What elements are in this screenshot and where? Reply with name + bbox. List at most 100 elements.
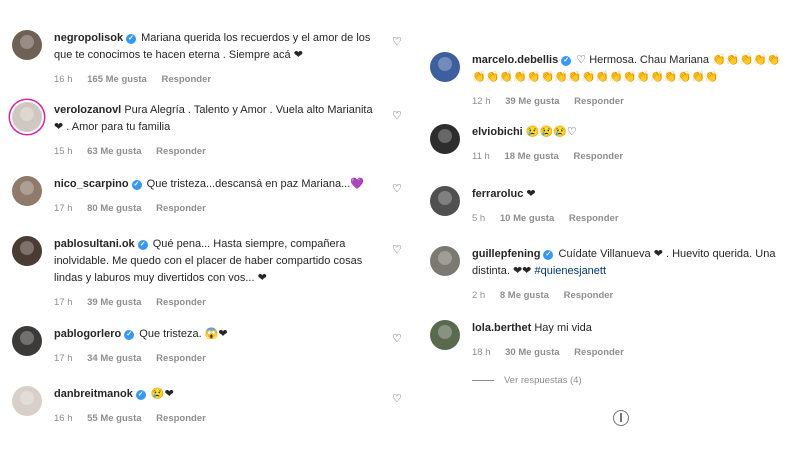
reply-button[interactable]: Responder [569,213,619,224]
comment-time: 17 h [54,297,73,308]
replies-divider [472,380,494,381]
verified-badge-icon: ✓ [543,250,554,260]
like-count[interactable]: 8 Me gusta [500,290,549,301]
comment-meta: 5 h 10 Me gusta Responder [472,210,792,227]
like-heart-icon[interactable]: ♡ [392,245,402,256]
like-count[interactable]: 55 Me gusta [87,413,141,424]
comment-text: 😢😢😢♡ [525,126,577,138]
hashtag-link[interactable]: #quienesjanett [534,265,606,277]
comment-username[interactable]: lola.berthet [472,322,531,334]
comment-username[interactable]: guillepfening [472,248,540,260]
comment-meta: 11 h 18 Me gusta Responder [472,148,792,165]
comment-time: 18 h [472,347,491,358]
reply-button[interactable]: Responder [156,146,206,157]
comment-item: guillepfening ✓ Cuídate Villanueva ❤ . Hu… [430,246,792,304]
comment-username[interactable]: negropolisok [54,32,123,44]
avatar[interactable] [12,176,42,206]
verified-badge-icon: ✓ [124,330,135,340]
reply-button[interactable]: Responder [573,151,623,162]
comment-time: 15 h [54,146,73,157]
like-count[interactable]: 39 Me gusta [87,297,141,308]
reply-button[interactable]: Responder [564,290,614,301]
comment-item: ferraroluc ❤ 5 h 10 Me gusta Responder [430,186,792,227]
comment-meta: 12 h 39 Me gusta Responder [472,93,792,110]
comment-meta: 17 h 39 Me gusta Responder [54,294,384,311]
reply-button[interactable]: Responder [156,353,206,364]
avatar[interactable] [430,320,460,350]
verified-badge-icon: ✓ [561,56,572,66]
like-heart-icon[interactable]: ♡ [392,334,402,345]
reply-button[interactable]: Responder [161,74,211,85]
comment-meta: 17 h 34 Me gusta Responder [54,350,384,367]
verified-badge-icon: ✓ [137,240,148,250]
comment-username[interactable]: pablogorlero [54,328,121,340]
comment-username[interactable]: verolozanovl [54,104,121,116]
comment-time: 11 h [472,151,490,162]
comment-username[interactable]: elviobichi [472,126,523,138]
comment-item: elviobichi 😢😢😢♡ 11 h 18 Me gusta Respond… [430,124,792,165]
like-heart-icon[interactable]: ♡ [392,37,402,48]
verified-badge-icon: ✓ [131,180,142,190]
avatar[interactable] [12,326,42,356]
like-count[interactable]: 80 Me gusta [87,203,141,214]
avatar[interactable] [430,186,460,216]
comment-meta: 16 h 55 Me gusta Responder [54,410,384,427]
like-count[interactable]: 165 Me gusta [87,74,147,85]
comment-time: 17 h [54,353,73,364]
comment-username[interactable]: marcelo.debellis [472,54,558,66]
reply-button[interactable]: Responder [156,413,206,424]
comment-item: pablosultani.ok ✓ Qué pena... Hasta siemp… [12,236,384,311]
comment-item: negropolisok ✓ Mariana querida los recuer… [12,30,384,88]
comment-time: 5 h [472,213,486,224]
reply-button[interactable]: Responder [574,96,624,107]
reply-button[interactable]: Responder [156,297,206,308]
avatar[interactable] [12,386,42,416]
comment-time: 17 h [54,203,73,214]
like-heart-icon[interactable]: ♡ [392,394,402,405]
load-more-icon[interactable] [613,410,629,426]
comment-item: marcelo.debellis ✓ ♡ Hermosa. Chau Marian… [430,52,792,110]
comment-username[interactable]: pablosultani.ok [54,238,135,250]
like-heart-icon[interactable]: ♡ [392,184,402,195]
comment-text: Hay mi vida [534,322,592,334]
avatar[interactable] [12,236,42,266]
verified-badge-icon: ✓ [126,34,137,44]
comment-username[interactable]: danbreitmanok [54,388,133,400]
like-count[interactable]: 34 Me gusta [87,353,141,364]
comment-meta: 16 h 165 Me gusta Responder [54,71,384,88]
verified-badge-icon: ✓ [135,390,146,400]
comment-meta: 15 h 63 Me gusta Responder [54,143,384,160]
comment-text: ❤ [526,188,536,200]
comment-time: 2 h [472,290,486,301]
like-count[interactable]: 10 Me gusta [500,213,554,224]
avatar[interactable] [430,52,460,82]
view-replies-button[interactable]: Ver respuestas (4) [472,375,582,386]
like-count[interactable]: 63 Me gusta [87,146,141,157]
comment-item: danbreitmanok ✓ 😢❤ 16 h 55 Me gusta Respo… [12,386,384,427]
comment-text: Que tristeza...descansá en paz Mariana..… [146,178,364,190]
comment-time: 16 h [54,74,73,85]
comment-username[interactable]: nico_scarpino [54,178,129,190]
comment-time: 16 h [54,413,73,424]
comment-item: nico_scarpino ✓ Que tristeza...descansá e… [12,176,384,217]
avatar[interactable] [430,124,460,154]
comment-text: Que tristeza. 😱❤ [139,328,228,340]
comment-time: 12 h [472,96,491,107]
avatar[interactable] [430,246,460,276]
like-count[interactable]: 18 Me gusta [504,151,558,162]
reply-button[interactable]: Responder [574,347,624,358]
avatar[interactable] [12,30,42,60]
view-replies-label[interactable]: Ver respuestas (4) [504,375,582,386]
comment-meta: 17 h 80 Me gusta Responder [54,200,384,217]
like-heart-icon[interactable]: ♡ [392,111,402,122]
comment-item: lola.berthet Hay mi vida 18 h 30 Me gust… [430,320,792,361]
comment-username[interactable]: ferraroluc [472,188,523,200]
comment-text: 😢❤ [150,388,174,400]
comment-meta: 18 h 30 Me gusta Responder [472,344,792,361]
like-count[interactable]: 39 Me gusta [505,96,559,107]
reply-button[interactable]: Responder [156,203,206,214]
avatar[interactable] [12,102,42,132]
comment-meta: 2 h 8 Me gusta Responder [472,287,792,304]
comment-item: pablogorlero ✓ Que tristeza. 😱❤ 17 h 34 M… [12,326,384,367]
like-count[interactable]: 30 Me gusta [505,347,559,358]
